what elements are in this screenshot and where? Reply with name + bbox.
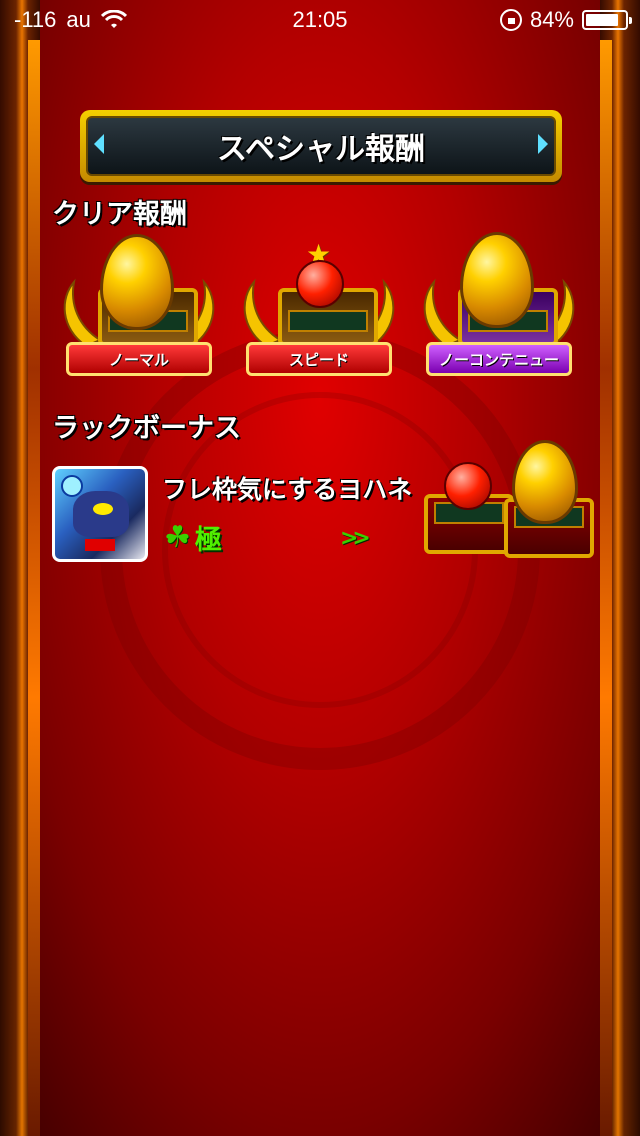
reward-normal[interactable]: ノーマル xyxy=(54,234,224,398)
gold-egg-icon xyxy=(100,234,174,330)
reward-no-continue[interactable]: ノーコンテニュー xyxy=(414,232,584,398)
luck-bonus-heading: ラックボーナス xyxy=(52,413,241,444)
luck-red-gem-icon xyxy=(444,462,492,510)
double-chevron-right-icon: >> xyxy=(340,526,371,551)
red-gem-icon xyxy=(296,260,344,308)
battery-percentage: 84% xyxy=(529,7,574,32)
monster-eye xyxy=(93,503,113,515)
clear-rewards-heading: クリア報酬 xyxy=(52,199,187,230)
title-plate: スペシャル報酬 xyxy=(86,116,556,176)
rotation-lock-icon xyxy=(499,9,522,31)
reward-ribbon-normal: ノーマル xyxy=(66,342,212,376)
reward-ribbon-no-continue: ノーコンテニュー xyxy=(426,342,572,376)
water-element-icon xyxy=(61,475,83,497)
gold-egg-icon xyxy=(460,232,534,328)
page-title: スペシャル報酬 xyxy=(217,132,425,167)
clover-icon: ☘ xyxy=(164,520,191,555)
right-gem-icon xyxy=(538,134,548,154)
reward-speed[interactable]: ★ スピード xyxy=(234,238,404,398)
frame-inner-left xyxy=(28,40,40,1136)
frame-inner-right xyxy=(600,40,612,1136)
monster-name: フレ枠気にするヨハネ xyxy=(162,475,413,504)
monster-avatar[interactable] xyxy=(52,466,148,562)
left-gem-icon xyxy=(94,134,104,154)
luck-indicator: ☘ 極 xyxy=(164,518,222,557)
battery-icon xyxy=(582,10,632,30)
title-banner: スペシャル報酬 xyxy=(80,110,562,182)
monster-bowtie xyxy=(85,539,115,551)
status-bar: -116 au 21:05 84% xyxy=(0,0,640,40)
luck-level: 極 xyxy=(194,525,222,556)
battery-fill xyxy=(586,14,618,26)
reward-ribbon-speed: スピード xyxy=(246,342,392,376)
